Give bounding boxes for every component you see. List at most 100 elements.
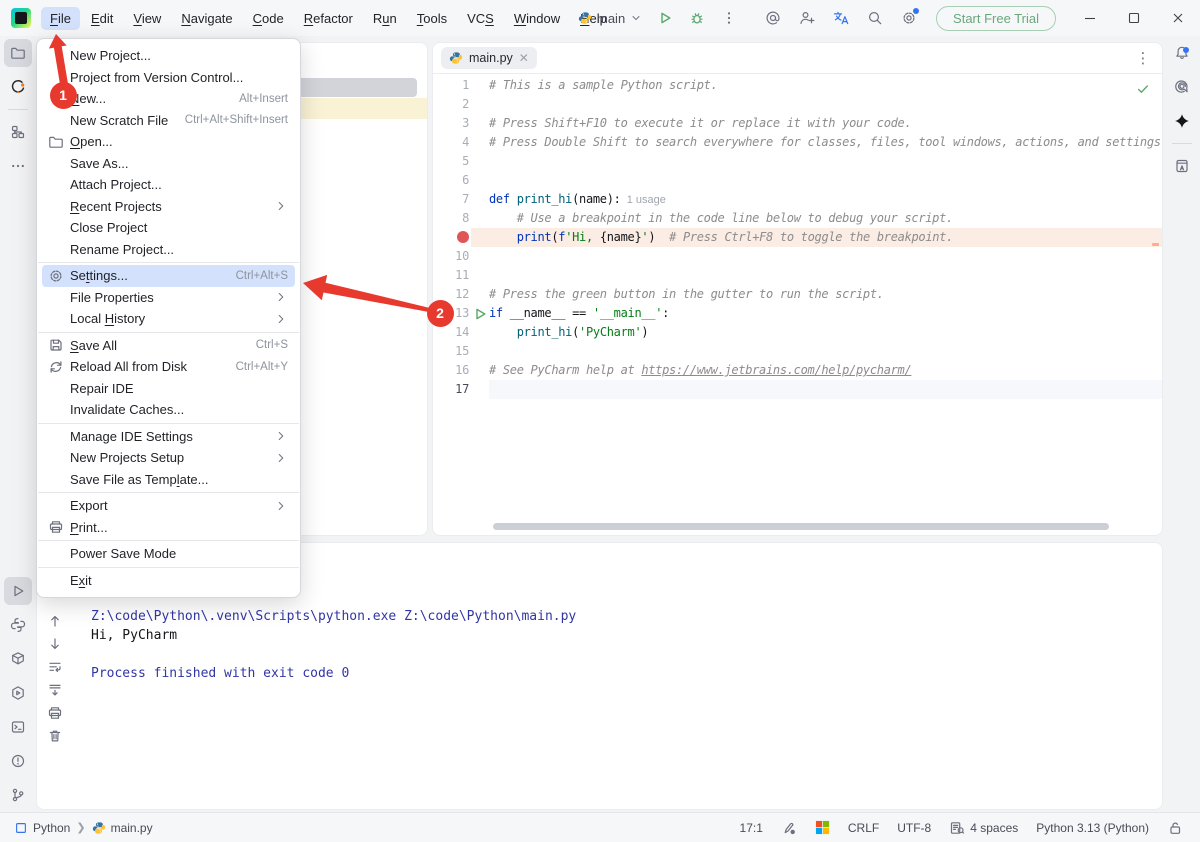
menubar-item-code[interactable]: Code <box>244 7 293 30</box>
status-widget-line-separator[interactable]: CRLF <box>841 818 886 838</box>
menu-item-invalidate-caches[interactable]: Invalidate Caches... <box>42 399 295 421</box>
console-arrow-down-button[interactable] <box>43 632 67 655</box>
menu-item-save-as[interactable]: Save As... <box>42 153 295 175</box>
search-everywhere-button[interactable] <box>858 0 892 36</box>
menu-item-export[interactable]: Export <box>42 495 295 517</box>
menu-item-manage-ide-settings[interactable]: Manage IDE Settings <box>42 426 295 448</box>
tool-window-button-notifications[interactable] <box>1168 39 1196 67</box>
line-number[interactable]: 14 <box>433 323 471 342</box>
line-number[interactable] <box>433 228 471 247</box>
menu-item-power-save-mode[interactable]: Power Save Mode <box>42 543 295 565</box>
console-printer-button[interactable] <box>43 701 67 724</box>
menu-item-new-scratch-file[interactable]: New Scratch FileCtrl+Alt+Shift+Insert <box>42 110 295 132</box>
menubar-item-tools[interactable]: Tools <box>408 7 456 30</box>
menu-item-settings[interactable]: Settings...Ctrl+Alt+S <box>42 265 295 287</box>
menu-item-save-all[interactable]: Save AllCtrl+S <box>42 335 295 357</box>
status-widget-interpreter[interactable]: Python 3.13 (Python) <box>1029 818 1156 838</box>
console-scroll-end-button[interactable] <box>43 678 67 701</box>
menu-item-rename-project[interactable]: Rename Project... <box>42 239 295 261</box>
tool-window-button-project[interactable] <box>4 39 32 67</box>
line-number[interactable]: 5 <box>433 152 471 171</box>
menubar-item-edit[interactable]: Edit <box>82 7 122 30</box>
menu-item-recent-projects[interactable]: Recent Projects <box>42 196 295 218</box>
code-text[interactable] <box>489 152 1162 171</box>
line-number[interactable]: 16 <box>433 361 471 380</box>
status-widget-caret-position[interactable]: 17:1 <box>733 818 770 838</box>
menu-item-new[interactable]: New...Alt+Insert <box>42 88 295 110</box>
code-text[interactable] <box>489 95 1162 114</box>
menu-item-save-file-as-template[interactable]: Save File as Template... <box>42 469 295 491</box>
line-number[interactable]: 13 <box>433 304 471 323</box>
editor-options-kebab-icon[interactable]: ⋮ <box>1132 49 1154 67</box>
line-number[interactable]: 7 <box>433 190 471 209</box>
code-text[interactable]: # Press the green button in the gutter t… <box>489 285 1162 304</box>
status-widget-indent-style[interactable]: 4 spaces <box>942 817 1025 839</box>
code-text[interactable] <box>489 266 1162 285</box>
status-widget-lock[interactable] <box>1160 817 1190 839</box>
console-trash-button[interactable] <box>43 724 67 747</box>
menu-item-attach-project[interactable]: Attach Project... <box>42 174 295 196</box>
tool-window-button-ai-assistant[interactable] <box>1168 73 1196 101</box>
run-configuration-widget[interactable]: main <box>572 8 648 29</box>
menubar-item-view[interactable]: View <box>124 7 170 30</box>
code-text[interactable]: # See PyCharm help at https://www.jetbra… <box>489 361 1162 380</box>
tool-window-button-python-console[interactable] <box>4 611 32 639</box>
status-widget-encoding[interactable]: UTF-8 <box>890 818 938 838</box>
line-number[interactable]: 11 <box>433 266 471 285</box>
maximize-button[interactable] <box>1112 0 1156 36</box>
code-text[interactable]: print_hi('PyCharm') <box>489 323 1162 342</box>
editor-horizontal-scrollbar[interactable] <box>493 523 1109 530</box>
menu-item-project-from-version-control[interactable]: Project from Version Control... <box>42 67 295 89</box>
start-free-trial-button[interactable]: Start Free Trial <box>936 6 1056 31</box>
line-number[interactable]: 4 <box>433 133 471 152</box>
line-number[interactable]: 2 <box>433 95 471 114</box>
console-soft-wrap-button[interactable] <box>43 655 67 678</box>
ide-settings-button[interactable] <box>892 0 926 36</box>
tool-window-button-packages[interactable] <box>4 645 32 673</box>
tool-window-button-services[interactable] <box>4 679 32 707</box>
menubar-item-refactor[interactable]: Refactor <box>295 7 362 30</box>
tool-window-button-version-control[interactable] <box>4 781 32 809</box>
menubar-item-file[interactable]: File <box>41 7 80 30</box>
line-number[interactable]: 15 <box>433 342 471 361</box>
tool-window-button-documentation[interactable] <box>1168 152 1196 180</box>
console-arrow-up-button[interactable] <box>43 609 67 632</box>
menubar-item-window[interactable]: Window <box>505 7 569 30</box>
menu-item-reload-all-from-disk[interactable]: Reload All from DiskCtrl+Alt+Y <box>42 356 295 378</box>
ai-mention-button[interactable] <box>756 0 790 36</box>
tab-close-icon[interactable]: ✕ <box>519 52 529 64</box>
line-number[interactable]: 6 <box>433 171 471 190</box>
menubar-item-run[interactable]: Run <box>364 7 406 30</box>
menu-item-close-project[interactable]: Close Project <box>42 217 295 239</box>
code-text[interactable] <box>489 171 1162 190</box>
code-text[interactable]: def print_hi(name): 1 usage <box>489 190 1162 209</box>
code-text[interactable]: # Use a breakpoint in the code line belo… <box>489 209 1162 228</box>
menubar-item-navigate[interactable]: Navigate <box>172 7 241 30</box>
menu-item-new-project[interactable]: New Project... <box>42 45 295 67</box>
code-text[interactable]: # Press Double Shift to search everywher… <box>489 133 1162 152</box>
tool-window-button-junie[interactable] <box>1168 107 1196 135</box>
code-text[interactable] <box>489 380 1162 399</box>
more-run-options-button[interactable] <box>714 3 744 33</box>
debug-button[interactable] <box>682 3 712 33</box>
menu-item-local-history[interactable]: Local History <box>42 308 295 330</box>
menu-item-new-projects-setup[interactable]: New Projects Setup <box>42 447 295 469</box>
tool-window-button-python-packages[interactable] <box>4 73 32 101</box>
status-widget-highlighting-level[interactable] <box>774 817 804 839</box>
line-number[interactable]: 1 <box>433 76 471 95</box>
menu-item-print[interactable]: Print... <box>42 517 295 539</box>
breakpoint-icon[interactable] <box>457 231 469 243</box>
inspections-ok-icon[interactable] <box>1136 82 1150 96</box>
breadcrumb-project[interactable]: Python <box>14 821 70 835</box>
line-number[interactable]: 10 <box>433 247 471 266</box>
breadcrumb-file[interactable]: main.py <box>92 821 153 835</box>
tool-window-button-structure[interactable] <box>4 118 32 146</box>
code-text[interactable]: # Press Shift+F10 to execute it or repla… <box>489 114 1162 133</box>
tool-window-button-more-tool-windows[interactable] <box>4 152 32 180</box>
translate-button[interactable] <box>824 0 858 36</box>
tool-window-button-run[interactable] <box>4 577 32 605</box>
minimize-button[interactable] <box>1068 0 1112 36</box>
menu-item-open[interactable]: Open... <box>42 131 295 153</box>
code-text[interactable] <box>489 342 1162 361</box>
line-number[interactable]: 17 <box>433 380 471 399</box>
